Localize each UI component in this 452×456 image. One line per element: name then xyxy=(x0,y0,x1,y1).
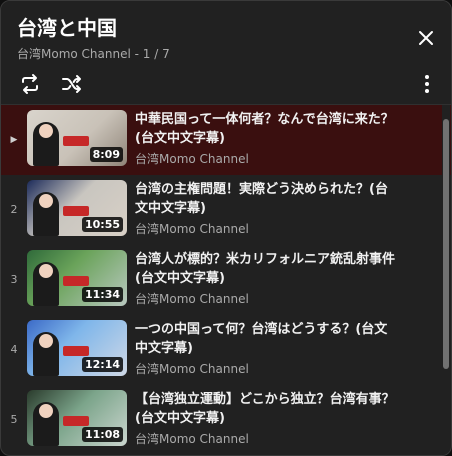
video-title[interactable]: 一つの中国って何？台湾はどうする？(台文中文字幕) xyxy=(135,320,397,358)
video-title[interactable]: 中華民国って一体何者？なんで台湾に来た？(台文中文字幕) xyxy=(135,110,397,148)
video-duration: 10:55 xyxy=(81,217,123,232)
video-thumbnail[interactable]: 11:34 xyxy=(27,250,127,306)
video-thumbnail[interactable]: 8:09 xyxy=(27,110,127,166)
video-duration: 11:34 xyxy=(81,287,123,302)
playlist-item[interactable]: 2 10:55 台湾の主権問題！実際どう決められた？(台文中文字幕) 台湾Mom… xyxy=(1,175,451,245)
video-thumbnail[interactable]: 12:14 xyxy=(27,320,127,376)
now-playing-indicator: ▶ xyxy=(10,135,18,145)
item-index: 2 xyxy=(10,203,18,216)
video-info: 台湾人が標的？米カリフォルニア銃乱射事件(台文中文字幕) 台湾Momo Chan… xyxy=(135,250,397,307)
video-duration: 12:14 xyxy=(81,357,123,372)
channel-name[interactable]: 台湾Momo Channel xyxy=(135,151,397,167)
scrollbar-thumb[interactable] xyxy=(443,119,449,369)
channel-name[interactable]: 台湾Momo Channel xyxy=(135,361,397,377)
item-index: 5 xyxy=(10,413,18,426)
playlist-item[interactable]: 5 11:08 【台湾独立運動】どこから独立？台湾有事？(台文中文字幕) 台湾M… xyxy=(1,385,451,455)
video-info: 台湾の主権問題！実際どう決められた？(台文中文字幕) 台湾Momo Channe… xyxy=(135,180,397,237)
playlist-item[interactable]: ▶ 8:09 中華民国って一体何者？なんで台湾に来た？(台文中文字幕) 台湾Mo… xyxy=(1,105,451,175)
video-duration: 8:09 xyxy=(89,147,123,162)
video-info: 一つの中国って何？台湾はどうする？(台文中文字幕) 台湾Momo Channel xyxy=(135,320,397,377)
loop-button[interactable] xyxy=(15,69,45,99)
playlist-title[interactable]: 台湾と中国 xyxy=(17,15,435,41)
video-thumbnail[interactable]: 11:08 xyxy=(27,390,127,446)
close-icon xyxy=(419,31,433,45)
channel-name[interactable]: 台湾Momo Channel xyxy=(135,431,397,447)
video-info: 中華民国って一体何者？なんで台湾に来た？(台文中文字幕) 台湾Momo Chan… xyxy=(135,110,397,167)
video-title[interactable]: 台湾の主権問題！実際どう決められた？(台文中文字幕) xyxy=(135,180,397,218)
shuffle-icon xyxy=(62,75,81,93)
playlist-items: ▶ 8:09 中華民国って一体何者？なんで台湾に来た？(台文中文字幕) 台湾Mo… xyxy=(1,105,451,455)
playlist-controls xyxy=(15,69,441,99)
video-title[interactable]: 台湾人が標的？米カリフォルニア銃乱射事件(台文中文字幕) xyxy=(135,250,397,288)
playlist-panel: 台湾と中国 台湾Momo Channel - 1 / 7 ▶ 8:09 中華民国… xyxy=(0,0,452,456)
video-thumbnail[interactable]: 10:55 xyxy=(27,180,127,236)
playlist-subtitle[interactable]: 台湾Momo Channel - 1 / 7 xyxy=(17,46,435,62)
close-button[interactable] xyxy=(413,25,439,51)
playlist-header: 台湾と中国 台湾Momo Channel - 1 / 7 xyxy=(1,1,451,105)
item-index: 4 xyxy=(10,343,18,356)
channel-name[interactable]: 台湾Momo Channel xyxy=(135,291,397,307)
playlist-item[interactable]: 4 12:14 一つの中国って何？台湾はどうする？(台文中文字幕) 台湾Momo… xyxy=(1,315,451,385)
video-title[interactable]: 【台湾独立運動】どこから独立？台湾有事？(台文中文字幕) xyxy=(135,390,397,428)
channel-name[interactable]: 台湾Momo Channel xyxy=(135,221,397,237)
more-vert-icon xyxy=(425,75,429,93)
playlist-item[interactable]: 3 11:34 台湾人が標的？米カリフォルニア銃乱射事件(台文中文字幕) 台湾M… xyxy=(1,245,451,315)
shuffle-button[interactable] xyxy=(57,69,87,99)
playlist-scrollbar[interactable] xyxy=(442,105,450,455)
more-options-button[interactable] xyxy=(415,69,439,99)
video-info: 【台湾独立運動】どこから独立？台湾有事？(台文中文字幕) 台湾Momo Chan… xyxy=(135,390,397,447)
video-duration: 11:08 xyxy=(81,427,123,442)
loop-icon xyxy=(22,74,38,94)
item-index: 3 xyxy=(10,273,18,286)
